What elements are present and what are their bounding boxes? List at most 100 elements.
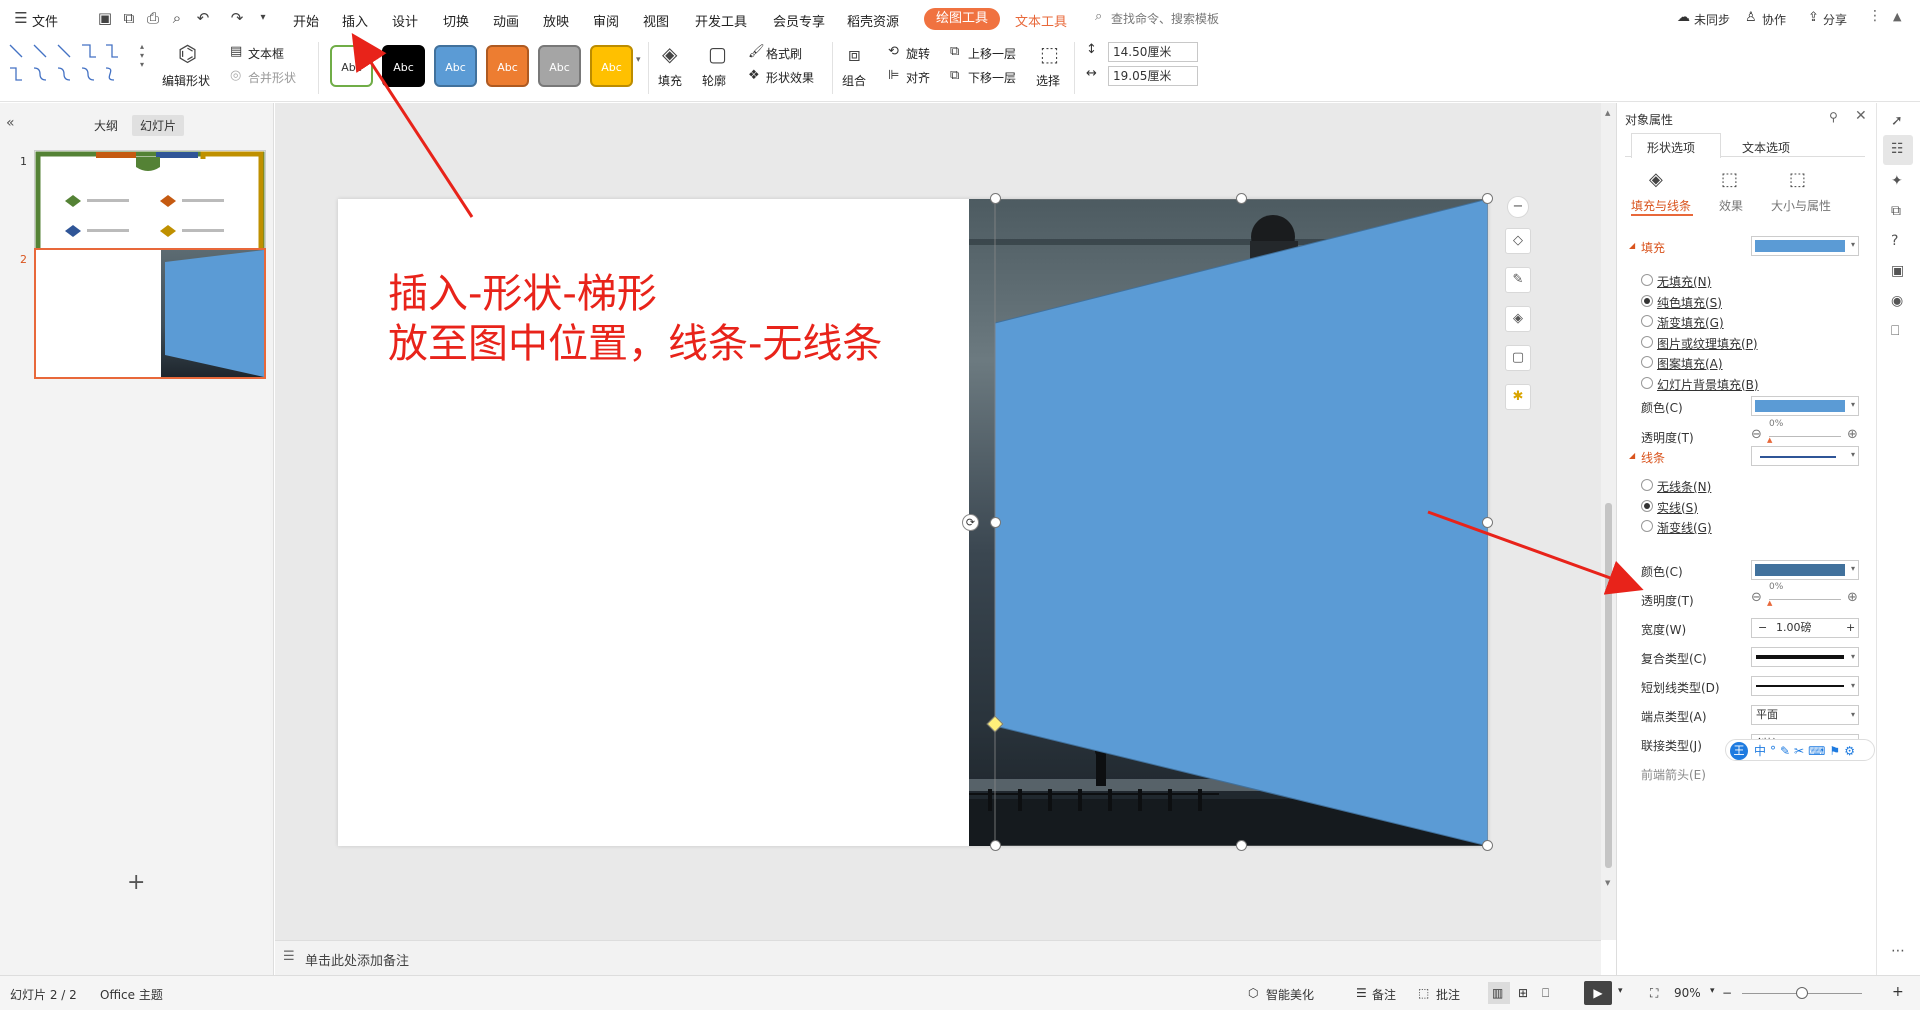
rocket-icon[interactable]: ➚ (1891, 113, 1903, 129)
theme-name[interactable]: Office 主题 (100, 986, 163, 1003)
fill-transparency-slider[interactable]: ⊖ ▲ 0% ⊕ (1751, 419, 1863, 446)
location-icon[interactable]: ◉ (1891, 293, 1903, 309)
help-icon[interactable]: ? (1891, 233, 1898, 249)
styles-more-icon[interactable]: ▾ (636, 55, 641, 65)
menu-icon[interactable]: ☰ (12, 9, 30, 27)
ime-tool-icons[interactable]: 中°✎✂⌨⚑⚙ (1754, 742, 1859, 759)
notes-toggle-button[interactable]: 备注 (1372, 986, 1396, 1003)
ime-logo-icon[interactable]: 王 (1730, 742, 1748, 760)
scroll-down-icon[interactable]: ▼ (1605, 879, 1610, 887)
fill-option-radio[interactable] (1641, 356, 1653, 368)
smart-beautify-button[interactable]: 智能美化 (1266, 986, 1314, 1003)
tab-animation[interactable]: 动画 (493, 11, 519, 30)
book-icon[interactable]: ⎕ (1891, 323, 1899, 339)
slide-2[interactable]: 插入-形状-梯形 放至图中位置，线条-无线条 (338, 199, 1488, 846)
fill-option-label[interactable]: 渐变填充(G) (1657, 314, 1724, 331)
panel-title[interactable]: 对象属性 (1625, 111, 1673, 128)
tab-text-tools[interactable]: 文本工具 (1015, 11, 1067, 30)
line-shapes-gallery[interactable] (8, 42, 128, 88)
sorter-view-icon[interactable]: ⊞ (1518, 986, 1528, 1000)
shape-style-preset[interactable]: Abc (382, 45, 425, 87)
line-option-label[interactable]: 渐变线(G) (1657, 519, 1712, 536)
shape-style-preset[interactable]: Abc (434, 45, 477, 87)
merge-shape-button[interactable]: 合并形状 (248, 69, 296, 86)
tab-fill-line[interactable]: 填充与线条 (1631, 197, 1691, 214)
animation-icon[interactable]: ✦ (1891, 173, 1903, 189)
add-slide-button[interactable]: + (127, 870, 145, 895)
resize-handle[interactable] (990, 193, 1001, 204)
bring-forward-button[interactable]: 上移一层 (968, 45, 1016, 62)
send-backward-button[interactable]: 下移一层 (968, 69, 1016, 86)
fill-option-radio[interactable] (1641, 315, 1653, 327)
fill-bucket-icon[interactable]: ◈ (1505, 306, 1531, 332)
rotate-button[interactable]: 旋转 (906, 45, 930, 62)
select-button[interactable]: 选择 (1036, 72, 1060, 89)
pen-icon[interactable]: ✎ (1505, 267, 1531, 293)
rotate-handle-icon[interactable]: ⟳ (962, 514, 979, 531)
fill-option-radio[interactable] (1641, 376, 1653, 389)
tab-effects[interactable]: 效果 (1719, 197, 1743, 214)
image-icon[interactable]: ▣ (1891, 263, 1904, 279)
slider-marker[interactable]: ▲ (1767, 436, 1772, 444)
export-icon[interactable]: ⧉ (120, 9, 138, 27)
border-icon[interactable]: ▢ (1505, 345, 1531, 371)
fill-button[interactable]: 填充 (658, 72, 682, 89)
bulb-icon[interactable]: ✱ (1505, 384, 1531, 410)
fill-option-radio[interactable] (1641, 335, 1653, 348)
collapse-ribbon-icon[interactable]: ▲ (1893, 10, 1901, 23)
line-transparency-slider[interactable]: ⊖ ▲ 0% ⊕ (1751, 582, 1863, 609)
line-width-stepper[interactable]: − 1.00磅 + (1751, 618, 1859, 638)
vertical-scrollbar[interactable]: ▲ ▼ (1601, 103, 1616, 940)
notes-placeholder[interactable]: 单击此处添加备注 (305, 950, 409, 969)
line-style-picker[interactable]: ▾ (1751, 446, 1859, 466)
tab-size-properties[interactable]: 大小与属性 (1771, 197, 1831, 214)
redo-icon[interactable]: ↷ (228, 9, 246, 27)
fill-color-picker[interactable]: ▾ (1751, 236, 1859, 256)
fill-option-radio[interactable] (1641, 274, 1653, 286)
fill-option-label[interactable]: 图案填充(A) (1657, 355, 1723, 372)
cap-type-dropdown[interactable]: 平面 ▾ (1751, 705, 1859, 725)
print-icon[interactable]: ⎙ (144, 9, 162, 27)
undo-icon[interactable]: ↶ (194, 9, 212, 27)
line-expand-icon[interactable]: ◢ (1629, 451, 1635, 460)
zoom-slider-thumb[interactable] (1796, 987, 1808, 999)
minus-icon[interactable]: ⊖ (1751, 590, 1762, 605)
height-input[interactable]: 14.50厘米 (1108, 42, 1198, 62)
more-icon[interactable]: ▾ (254, 9, 272, 27)
search-input[interactable]: 查找命令、搜索模板 (1111, 10, 1219, 27)
normal-view-icon[interactable]: ▥ (1492, 986, 1503, 1000)
outline-button[interactable]: 轮廓 (702, 72, 726, 89)
line-section-title[interactable]: 线条 (1641, 449, 1665, 466)
tab-slideshow[interactable]: 放映 (543, 11, 569, 30)
collapse-panel-icon[interactable]: « (6, 115, 15, 131)
resize-handle[interactable] (990, 517, 1001, 528)
more-options-icon[interactable]: ⋮ (1868, 8, 1882, 24)
scroll-up-icon[interactable]: ▲ (1605, 109, 1610, 117)
minus-icon[interactable]: ⊖ (1751, 427, 1762, 442)
text-box-button[interactable]: 文本框 (248, 45, 284, 62)
tab-docer[interactable]: 稻壳资源 (847, 11, 899, 30)
properties-icon[interactable]: ☷ (1891, 141, 1904, 157)
fit-window-icon[interactable]: ⛶ (1650, 986, 1658, 1001)
more-icon[interactable]: ⋯ (1891, 943, 1905, 959)
compound-type-dropdown[interactable]: ▾ (1751, 647, 1859, 667)
width-input[interactable]: 19.05厘米 (1108, 66, 1198, 86)
fill-option-label[interactable]: 幻灯片背景填充(B) (1657, 376, 1759, 393)
comments-button[interactable]: 批注 (1436, 986, 1460, 1003)
dash-type-dropdown[interactable]: ▾ (1751, 676, 1859, 696)
zoom-in-button[interactable]: + (1892, 984, 1904, 1000)
copy-icon[interactable]: ⧉ (1891, 203, 1901, 219)
line-option-radio[interactable] (1641, 520, 1653, 532)
group-button[interactable]: 组合 (842, 72, 866, 89)
tab-slides[interactable]: 幻灯片 (132, 115, 185, 136)
fill-option-label[interactable]: 图片或纹理填充(P) (1657, 335, 1758, 352)
fill-section-title[interactable]: 填充 (1641, 239, 1665, 256)
align-button[interactable]: 对齐 (906, 69, 930, 86)
play-options-icon[interactable]: ▾ (1618, 986, 1623, 996)
tab-developer[interactable]: 开发工具 (695, 11, 747, 30)
line-option-radio[interactable] (1641, 499, 1653, 512)
share-button[interactable]: 分享 (1823, 11, 1847, 28)
resize-handle[interactable] (1236, 193, 1247, 204)
tab-transition[interactable]: 切换 (443, 11, 469, 30)
tab-design[interactable]: 设计 (392, 11, 418, 30)
